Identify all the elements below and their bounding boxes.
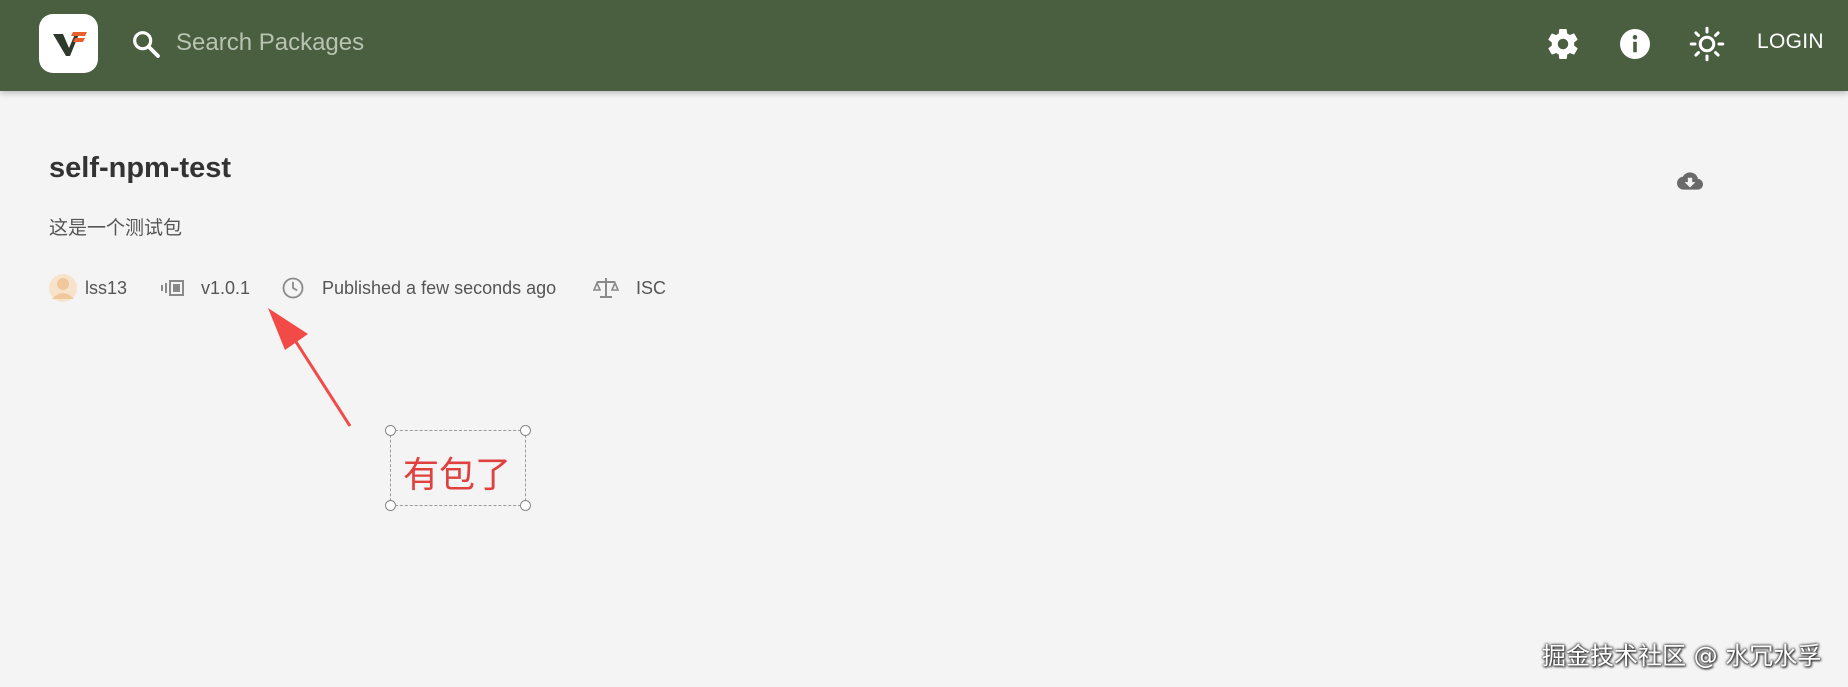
author-name: lss13	[85, 277, 128, 298]
avatar	[49, 274, 77, 302]
scale-icon	[593, 278, 619, 298]
published-time: Published a few seconds ago	[322, 277, 557, 298]
annotation-handle	[520, 425, 531, 436]
package-name: self-npm-test	[49, 152, 232, 184]
search-input[interactable]	[176, 22, 776, 64]
version-item: v1.0.1	[160, 272, 250, 304]
license-item: ISC	[593, 272, 666, 304]
annotation-handle	[385, 500, 396, 511]
annotation-arrow	[268, 308, 352, 427]
settings-icon[interactable]	[1545, 26, 1581, 62]
verdaccio-logo-icon	[52, 31, 87, 56]
version-icon	[161, 280, 184, 296]
info-icon[interactable]	[1617, 26, 1653, 62]
author-item[interactable]: lss13	[49, 272, 127, 304]
login-button[interactable]: LOGIN	[1757, 30, 1824, 54]
annotation-handle	[385, 425, 396, 436]
annotation-text: 有包了	[403, 455, 512, 496]
watermark: 掘金技术社区 @ 水冗水孚	[1542, 642, 1822, 670]
package-license: ISC	[636, 277, 667, 298]
download-icon[interactable]	[1676, 168, 1704, 194]
theme-toggle-icon[interactable]	[1689, 26, 1725, 62]
app-header: LOGIN	[0, 0, 1848, 91]
clock-icon	[282, 277, 304, 299]
annotation-handle	[520, 500, 531, 511]
search-icon[interactable]	[130, 28, 162, 60]
package-version: v1.0.1	[201, 277, 251, 298]
logo[interactable]	[39, 14, 98, 73]
package-description: 这是一个测试包	[49, 217, 183, 239]
